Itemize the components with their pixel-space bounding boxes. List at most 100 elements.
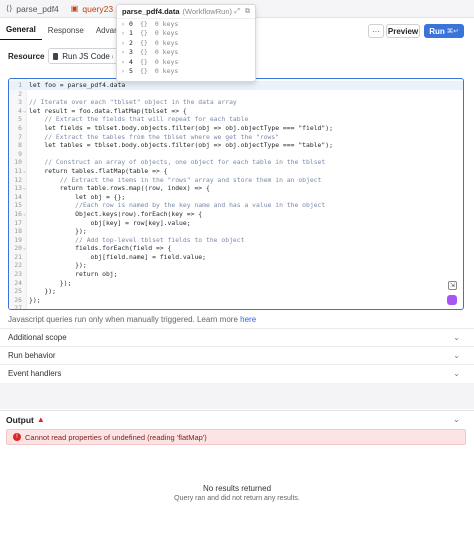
popover-row[interactable]: › 2 {} 0 keys (117, 38, 255, 48)
fold-chevron-icon[interactable]: ⌄ (23, 244, 26, 253)
row-key: 1 (129, 29, 133, 38)
code-line[interactable]: 21 obj[field.name] = field.value; (9, 253, 463, 262)
line-number: 6 (18, 123, 22, 132)
format-code-icon[interactable]: ⇲ (448, 281, 457, 290)
tab-response[interactable]: Response (42, 20, 90, 40)
resource-value: Run JS Code (java (62, 51, 113, 61)
js-icon: ▣ (70, 4, 79, 13)
code-line[interactable]: 11 ⌄ return tables.flatMap(table => { (9, 167, 463, 176)
row-key: 4 (129, 57, 133, 66)
code-line[interactable]: 25 }); (9, 287, 463, 296)
tab-label: parse_pdf4 (16, 3, 59, 14)
learn-more-link[interactable]: here (240, 315, 256, 324)
row-key-count: 0 keys (154, 48, 179, 57)
resource-select[interactable]: Run JS Code (java (48, 48, 118, 64)
fold-chevron-icon[interactable]: ⌄ (23, 210, 26, 219)
code-line[interactable]: 12 // Extract the items in the "rows" ar… (9, 176, 463, 185)
object-braces: {} (140, 29, 148, 38)
code-line[interactable]: 10 // Construct an array of objects, one… (9, 158, 463, 167)
code-line[interactable]: 1 let foo = parse_pdf4.data (9, 81, 463, 90)
more-options-button[interactable]: ··· (368, 24, 384, 38)
section-event-handlers[interactable]: Event handlers ⌄ (0, 364, 474, 381)
workflow-icon: ⟨⟩ (6, 4, 13, 13)
run-button[interactable]: Run ⌘↵ (424, 24, 464, 38)
code-line[interactable]: 13 ⌄ return table.rows.map((row, index) =… (9, 184, 463, 193)
code-text: // Add top-level tblset fields to the ob… (29, 235, 245, 244)
code-line[interactable]: 20 ⌄ fields.forEach(field => { (9, 244, 463, 253)
tab-query23[interactable]: ▣ query23 (65, 0, 119, 18)
popover-row[interactable]: › 0 {} 0 keys (117, 19, 255, 29)
code-line[interactable]: 18 }); (9, 227, 463, 236)
tab-parse-pdf4[interactable]: ⟨⟩ parse_pdf4 (0, 0, 65, 18)
data-inspector-popover: parse_pdf4.data (WorkflowRun) ⤢ ⧉ › 0{} 0 … (116, 4, 256, 82)
preview-button[interactable]: Preview (386, 24, 420, 38)
code-line[interactable]: 24 }); (9, 279, 463, 288)
section-additional-scope[interactable]: Additional scope ⌄ (0, 328, 474, 345)
code-text: }); (29, 278, 72, 287)
popover-row[interactable]: › 5 {} 0 keys (117, 67, 255, 77)
code-text: // Construct an array of objects, one ob… (29, 158, 326, 167)
code-line[interactable]: 9 (9, 150, 463, 159)
ai-assist-icon[interactable] (447, 295, 457, 305)
line-number: 22 (14, 261, 22, 270)
line-number: 8 (18, 141, 22, 150)
code-line[interactable]: 4 ⌄ let result = foo.data.flatMap(tblset =… (9, 107, 463, 116)
code-line[interactable]: 26}); (9, 296, 463, 305)
row-key: 2 (129, 38, 133, 47)
error-message: Cannot read properties of undefined (rea… (25, 432, 207, 442)
tab-general[interactable]: General (0, 20, 42, 40)
code-line[interactable]: 19 // Add top-level tblset fields to the… (9, 236, 463, 245)
caret-right-icon[interactable]: › (121, 39, 126, 47)
fold-chevron-icon[interactable]: ⌄ (23, 167, 26, 176)
code-line[interactable]: 27 (9, 304, 463, 310)
popover-row[interactable]: › 4 {} 0 keys (117, 57, 255, 67)
code-text: // Extract the tables from the tblset wh… (29, 132, 280, 141)
row-key: 5 (129, 67, 133, 76)
code-line[interactable]: 17 obj[key] = row[key].value; (9, 219, 463, 228)
popover-rows: › 0{} 0 keys › 1{} 0 keys › 2{} 0 keys › 3{} 0 keys… (117, 19, 255, 76)
section-run-behavior[interactable]: Run behavior ⌄ (0, 346, 474, 363)
caret-right-icon[interactable]: › (121, 29, 126, 37)
line-number: 14 (14, 192, 22, 201)
code-text: let foo = parse_pdf4.data (29, 81, 126, 89)
code-line[interactable]: 6 let fields = tblset.body.objects.filte… (9, 124, 463, 133)
popover-title: parse_pdf4.data (122, 7, 180, 16)
popover-row[interactable]: › 3 {} 0 keys (117, 48, 255, 58)
fold-chevron-icon[interactable]: ⌄ (23, 107, 26, 116)
code-line[interactable]: 22 }); (9, 261, 463, 270)
code-line[interactable]: 23 return obj; (9, 270, 463, 279)
copy-icon[interactable]: ⧉ (245, 8, 250, 16)
code-line[interactable]: 14 let obj = {}; (9, 193, 463, 202)
code-line[interactable]: 2 (9, 90, 463, 99)
empty-results-title: No results returned (202, 484, 272, 493)
chevron-down-icon: ⌄ (453, 332, 460, 342)
line-number: 17 (14, 218, 22, 227)
expand-icon[interactable]: ⤢ (234, 8, 240, 16)
code-line[interactable]: 16 ⌄ Object.keys(row).forEach(key => { (9, 210, 463, 219)
code-text: }); (29, 227, 87, 236)
chevron-down-icon: ⌄ (452, 414, 460, 424)
fold-chevron-icon[interactable]: ⌄ (23, 184, 26, 193)
code-line[interactable]: 5 // Extract the fields that will repeat… (9, 115, 463, 124)
popover-header: parse_pdf4.data (WorkflowRun) ⤢ ⧉ (117, 5, 255, 19)
line-number: 27 (14, 304, 22, 310)
section-label: Event handlers (8, 368, 62, 378)
caret-right-icon[interactable]: › (121, 67, 126, 75)
object-braces: {} (140, 38, 148, 47)
empty-results-subtitle: Query ran and did not return any results… (174, 495, 300, 502)
caret-right-icon[interactable]: › (121, 58, 126, 66)
code-editor[interactable]: 1 let foo = parse_pdf4.data 2 3 // Iterate o… (8, 78, 464, 310)
line-number: 23 (14, 270, 22, 279)
row-key-count: 0 keys (154, 19, 179, 28)
code-line[interactable]: 7 // Extract the tables from the tblset … (9, 133, 463, 142)
popover-row[interactable]: › 1 {} 0 keys (117, 29, 255, 39)
code-text: let fields = tblset.body.objects.filter(… (29, 123, 333, 132)
code-text: }); (29, 287, 56, 296)
line-number: 26 (14, 295, 22, 304)
code-line[interactable]: 15 //Each row is named by the key name a… (9, 201, 463, 210)
output-header[interactable]: Output ▲ ⌄ (0, 410, 474, 428)
caret-right-icon[interactable]: › (121, 48, 126, 56)
caret-right-icon[interactable]: › (121, 20, 126, 28)
code-line[interactable]: 3 // Iterate over each "tblset" object in… (9, 98, 463, 107)
code-line[interactable]: 8 let tables = tblset.body.objects.filte… (9, 141, 463, 150)
